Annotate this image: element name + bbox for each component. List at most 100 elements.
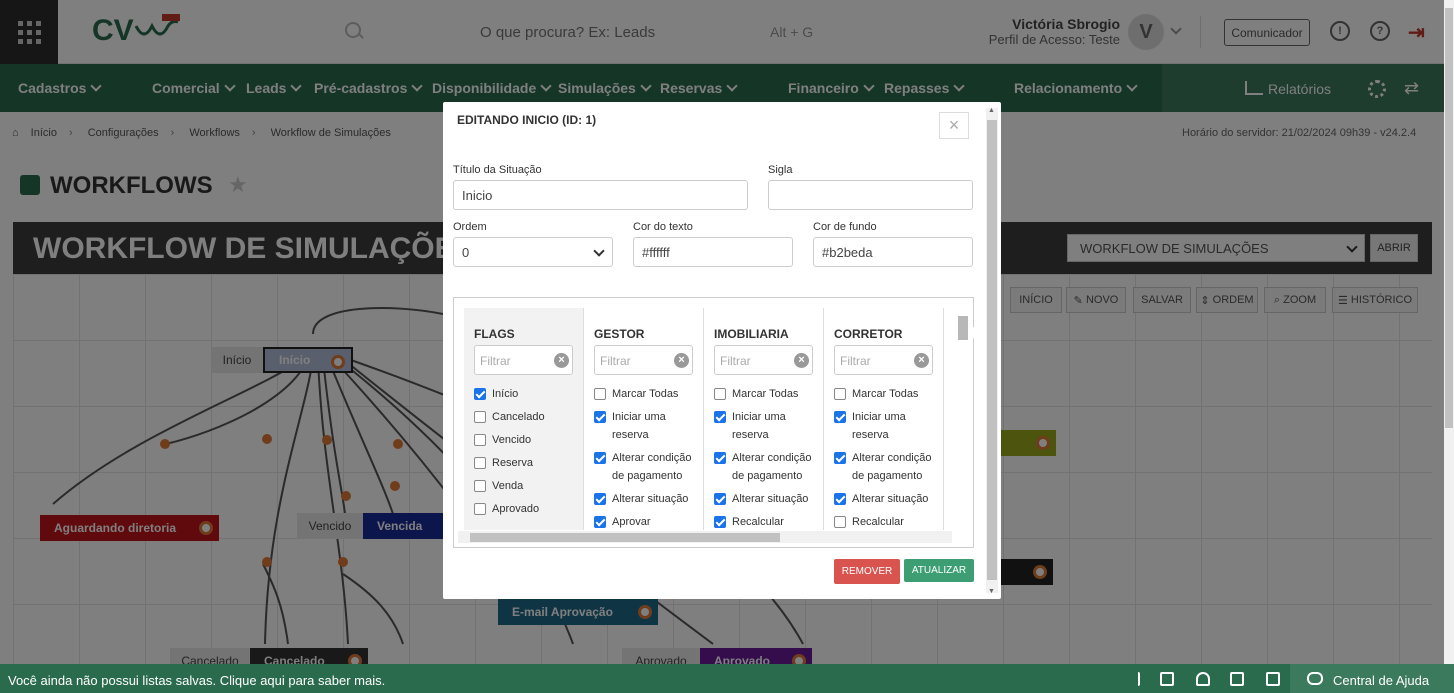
checkbox-label: Alterar condição de pagamento (852, 452, 932, 482)
checkbox-label: Alterar situação (732, 493, 809, 505)
checkbox-label: Marcar Todas (732, 388, 799, 400)
footer-bar: Você ainda não possui listas salvas. Cli… (0, 664, 1454, 693)
column-flags: FLAGS Filtrar × Início Cancelado Vencido … (464, 308, 584, 530)
filter-placeholder: Filtrar (600, 354, 631, 368)
checkbox-label: Iniciar uma reserva (732, 411, 786, 441)
checkbox[interactable] (594, 388, 606, 400)
checkbox-item[interactable]: Aprovado (474, 500, 582, 518)
clear-icon[interactable]: × (794, 353, 809, 368)
checkbox[interactable] (714, 493, 726, 505)
checkbox-item[interactable]: Alterar situação (594, 490, 702, 508)
checkbox-item[interactable]: Início (474, 385, 582, 403)
page-scrollbar[interactable] (1444, 0, 1454, 664)
checkbox-item[interactable]: Marcar Todas (714, 385, 822, 403)
checkbox[interactable] (834, 388, 846, 400)
checkbox[interactable] (474, 480, 486, 492)
permissions-panel: FLAGS Filtrar × Início Cancelado Vencido … (453, 297, 974, 548)
cor-texto-input[interactable]: #ffffff (633, 237, 793, 267)
ordem-select[interactable]: 0 (453, 237, 613, 267)
checkbox[interactable] (594, 493, 606, 505)
calendar-icon[interactable] (1230, 672, 1244, 686)
scrollbar-thumb[interactable] (1445, 8, 1453, 428)
checkbox-item[interactable]: Iniciar uma reserva (834, 408, 942, 444)
checkbox[interactable] (474, 388, 486, 400)
checkbox-label: Iniciar uma reserva (612, 411, 666, 441)
atualizar-button[interactable]: ATUALIZAR (904, 559, 974, 582)
chat-icon (1307, 672, 1323, 685)
checkbox[interactable] (714, 516, 726, 528)
checkbox-item[interactable]: Alterar condição de pagamento (714, 449, 822, 485)
checkbox-item[interactable]: Alterar situação (834, 490, 942, 508)
saved-lists-message[interactable]: Você ainda não possui listas salvas. Cli… (8, 673, 385, 688)
clear-icon[interactable]: × (674, 353, 689, 368)
checkbox-item[interactable]: Alterar situação (714, 490, 822, 508)
checkbox-label: Alterar situação (612, 493, 689, 505)
column-title: FLAGS (474, 327, 515, 341)
scrollbar-thumb[interactable] (987, 120, 997, 580)
scrollbar-thumb[interactable] (470, 533, 780, 542)
filter-input[interactable]: Filtrar × (474, 345, 573, 375)
sigla-input[interactable] (768, 180, 973, 210)
mail-star-icon[interactable] (1160, 672, 1174, 686)
titulo-input[interactable]: Inicio (453, 180, 748, 210)
checkbox-item[interactable]: Alterar condição de pagamento (834, 449, 942, 485)
checkbox-label: Alterar condição de pagamento (732, 452, 812, 482)
checkbox[interactable] (834, 516, 846, 528)
horizontal-scrollbar[interactable] (458, 531, 952, 543)
checkbox[interactable] (594, 411, 606, 423)
modal-title: EDITANDO INICIO (ID: 1) (457, 113, 597, 127)
checkbox[interactable] (714, 388, 726, 400)
clear-icon[interactable]: × (914, 353, 929, 368)
checkbox[interactable] (474, 457, 486, 469)
checkbox-item[interactable]: Iniciar uma reserva (594, 408, 702, 444)
page: CV Alt + G Victória Sbrogio Perfil de Ac… (0, 0, 1454, 693)
edit-modal: EDITANDO INICIO (ID: 1) × Título da Situ… (443, 102, 1001, 599)
scroll-down-icon[interactable]: ▼ (988, 588, 995, 595)
help-center-label[interactable]: Central de Ajuda (1333, 673, 1429, 688)
checkbox-item[interactable]: Recalcular (834, 513, 942, 530)
checkbox-item[interactable]: Marcar Todas (594, 385, 702, 403)
filter-input[interactable]: Filtrar × (834, 345, 933, 375)
checkbox[interactable] (594, 452, 606, 464)
collapse-icon[interactable] (1126, 672, 1140, 686)
checkbox[interactable] (834, 493, 846, 505)
checkbox-item[interactable]: Alterar condição de pagamento (594, 449, 702, 485)
cor-fundo-label: Cor de fundo (813, 221, 877, 233)
checkbox[interactable] (474, 434, 486, 446)
checkbox[interactable] (714, 411, 726, 423)
checkbox-item[interactable]: Marcar Todas (834, 385, 942, 403)
scroll-up-icon[interactable]: ▲ (988, 107, 995, 114)
checkbox[interactable] (834, 411, 846, 423)
checkbox-item[interactable]: Cancelado (474, 408, 582, 426)
checkbox-item[interactable]: Aprovar (594, 513, 702, 530)
filter-input[interactable]: Filtrar × (714, 345, 813, 375)
checkbox[interactable] (714, 452, 726, 464)
column-corretor: CORRETOR Filtrar × Marcar Todas Iniciar u… (824, 308, 944, 530)
checkbox[interactable] (834, 452, 846, 464)
filter-input[interactable]: Filtrar × (594, 345, 693, 375)
modal-scrollbar[interactable]: ▲ ▼ (986, 107, 998, 595)
titulo-label: Título da Situação (453, 164, 542, 176)
column-title: CORRETOR (834, 327, 903, 341)
checkbox-label: Venda (492, 480, 524, 492)
checkbox-item[interactable]: Venda (474, 477, 582, 495)
checkbox-item[interactable]: Recalcular (714, 513, 822, 530)
checkbox[interactable] (474, 503, 486, 515)
bell-icon[interactable] (1196, 672, 1210, 686)
clear-icon[interactable]: × (554, 353, 569, 368)
filter-placeholder: Filtrar (720, 354, 751, 368)
close-icon[interactable]: × (939, 112, 969, 139)
cor-fundo-input[interactable]: #b2beda (813, 237, 973, 267)
checkbox-label: Aprovado (492, 503, 540, 515)
calculator-icon[interactable] (1266, 672, 1280, 686)
checkbox-item[interactable]: Vencido (474, 431, 582, 449)
column-title: IMOBILIARIA (714, 327, 789, 341)
checkbox-label: Alterar condição de pagamento (612, 452, 692, 482)
checkbox-item[interactable]: Reserva (474, 454, 582, 472)
sigla-label: Sigla (768, 164, 793, 176)
checkbox[interactable] (594, 516, 606, 528)
checkbox-item[interactable]: Iniciar uma reserva (714, 408, 822, 444)
checkbox[interactable] (474, 411, 486, 423)
checkbox-label: Marcar Todas (612, 388, 679, 400)
remover-button[interactable]: REMOVER (834, 559, 900, 584)
